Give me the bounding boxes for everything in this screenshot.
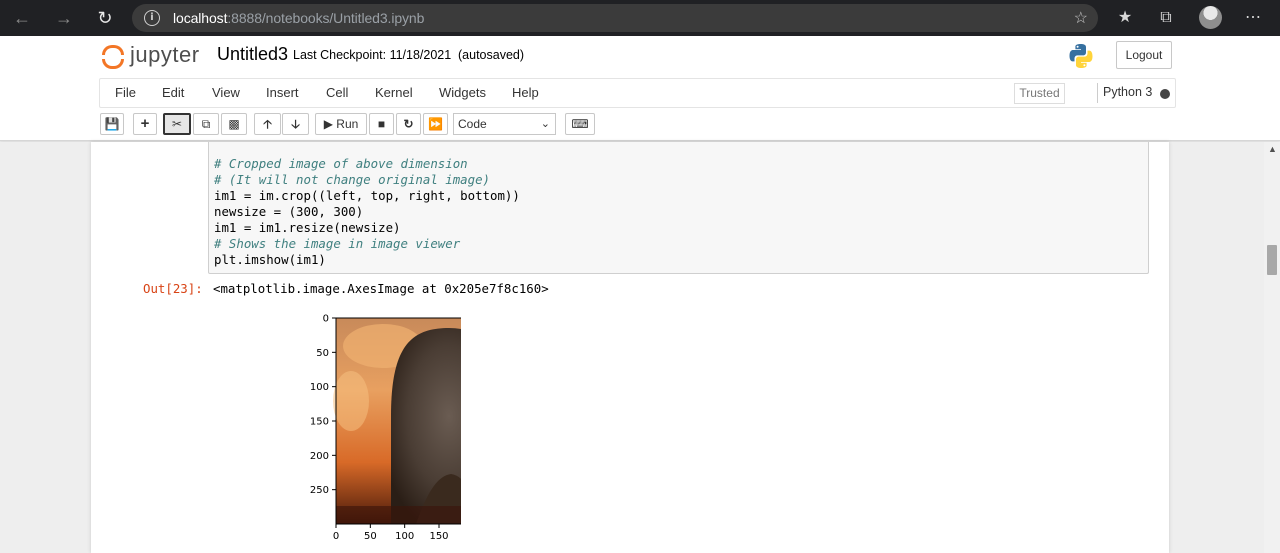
code-cell-editor[interactable]: # Cropped image of above dimension # (It… [208,142,1149,274]
code-line: im1 = im.crop((left, top, right, bottom)… [214,188,520,203]
scissors-icon: ✂ [171,117,183,131]
logo-arc-top [102,45,124,55]
notebook-area: # Cropped image of above dimension # (It… [0,142,1264,553]
output-text: <matplotlib.image.AxesImage at 0x205e7f8… [213,281,549,296]
profile-avatar[interactable] [1199,6,1222,29]
scroll-up-icon[interactable]: ▲ [1268,144,1277,154]
checkpoint-status: Last Checkpoint: 11/18/2021 [293,48,452,62]
menu-edit[interactable]: Edit [162,85,184,100]
code-line: plt.imshow(im1) [214,252,326,267]
favorites-icon[interactable]: ★ [1113,6,1137,30]
notebook-sheet: # Cropped image of above dimension # (It… [91,142,1169,553]
notebook-toolbar: 💾 + ✂ ⧉ ▩ 🡡 🡣 ▶ Run ■ ↻ ⏩ Code ⌄ ⌨ [0,111,1280,137]
menu-insert[interactable]: Insert [266,85,299,100]
y-tick-label: 150 [310,417,329,428]
arrow-down-icon: 🡣 [291,117,300,131]
cut-button[interactable]: ✂ [163,113,191,135]
kernel-status-indicator [1160,89,1170,99]
menu-cell[interactable]: Cell [326,85,348,100]
image-content [333,318,461,524]
paste-icon: ▩ [228,117,240,131]
kernel-separator [1097,83,1098,103]
page-scrollbar[interactable]: ▲ [1264,142,1280,553]
output-prompt: Out[23]: [143,281,203,296]
restart-button[interactable]: ↻ [396,113,421,135]
kernel-name[interactable]: Python 3 [1103,85,1152,99]
restart-icon: ↻ [403,117,414,131]
y-tick-label: 100 [310,382,329,393]
ground-shadow [336,506,461,524]
menu-kernel[interactable]: Kernel [375,85,413,100]
back-icon[interactable]: ← [9,6,35,30]
cell-type-value: Code [458,117,487,131]
logout-button[interactable]: Logout [1116,41,1172,69]
url-text[interactable]: localhost:8888/notebooks/Untitled3.ipynb [173,10,424,26]
save-icon: 💾 [104,117,120,131]
code-line: # (It will not change original image) [214,172,491,187]
browser-toolbar: ← → ↻ i localhost:8888/notebooks/Untitle… [0,0,1280,36]
code-line: im1 = im1.resize(newsize) [214,220,401,235]
menu-help[interactable]: Help [512,85,539,100]
run-label: Run [336,117,359,131]
address-bar[interactable]: i localhost:8888/notebooks/Untitled3.ipy… [132,4,1098,32]
logo-arc-bottom [102,59,124,69]
plus-icon: + [140,115,150,132]
logo-text: jupyter [130,42,200,67]
stop-icon: ■ [377,117,386,131]
collections-icon[interactable]: ⧉ [1154,6,1178,30]
move-up-button[interactable]: 🡡 [254,113,281,135]
y-tick-label: 50 [316,348,329,359]
cell-type-select[interactable]: Code ⌄ [453,113,556,135]
x-axis: 050100150200250 [333,524,449,542]
menu-view[interactable]: View [212,85,240,100]
move-down-button[interactable]: 🡣 [282,113,309,135]
python-logo-icon [1069,44,1093,68]
chevron-down-icon: ⌄ [540,118,550,130]
play-icon: ▶ [323,117,333,131]
insert-cell-button[interactable]: + [133,113,157,135]
cloud-highlight [333,371,369,431]
jupyter-logo[interactable]: jupyter [102,40,232,72]
interrupt-button[interactable]: ■ [369,113,394,135]
restart-run-all-button[interactable]: ⏩ [423,113,448,135]
x-tick-label: 100 [395,531,414,542]
menu-bar: File Edit View Insert Cell Kernel Widget… [99,78,1176,108]
jupyter-header: jupyter Untitled3 Last Checkpoint: 11/18… [0,36,1280,141]
forward-icon[interactable]: → [51,6,77,30]
command-palette-button[interactable]: ⌨ [565,113,595,135]
trusted-badge[interactable]: Trusted [1014,83,1065,104]
copy-icon: ⧉ [201,117,211,131]
y-tick-label: 200 [310,451,329,462]
x-tick-label: 50 [364,531,377,542]
more-icon[interactable]: ⋯ [1241,6,1265,30]
fast-forward-icon: ⏩ [428,117,443,131]
code-line: # Cropped image of above dimension [214,156,468,171]
code-line: # Shows the image in image viewer [214,236,461,251]
imshow-plot: 0 50 100 150 200 250 0 50 100 150 200 250 [310,314,461,542]
menu-widgets[interactable]: Widgets [439,85,486,100]
y-tick-label: 0 [323,314,329,325]
add-favorite-icon[interactable]: ☆ [1074,8,1088,28]
code-line: newsize = (300, 300) [214,204,364,219]
run-button[interactable]: ▶ Run [315,113,367,135]
autosave-status: (autosaved) [458,48,525,62]
notebook-title[interactable]: Untitled3 [217,44,288,65]
y-axis: 0 50 100 150 200 250 [310,314,336,496]
keyboard-icon: ⌨ [571,117,589,131]
arrow-up-icon: 🡡 [263,117,272,131]
copy-button[interactable]: ⧉ [193,113,219,135]
scroll-thumb[interactable] [1267,245,1277,275]
x-tick-label: 150 [429,531,448,542]
menu-file[interactable]: File [115,85,136,100]
y-tick-label: 250 [310,485,329,496]
info-icon[interactable]: i [144,10,160,26]
paste-button[interactable]: ▩ [221,113,247,135]
refresh-icon[interactable]: ↻ [92,6,118,30]
save-button[interactable]: 💾 [100,113,124,135]
x-tick-label: 0 [333,531,339,542]
